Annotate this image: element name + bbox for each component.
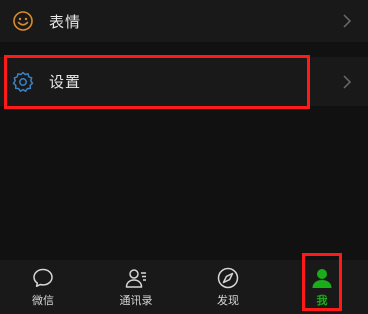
tab-chats[interactable]: 微信 [22, 260, 64, 314]
gear-icon [12, 71, 34, 92]
menu-item-label: 表情 [49, 12, 82, 31]
tab-label: 通讯录 [119, 294, 153, 307]
chevron-right-icon [343, 74, 352, 89]
person-icon [312, 269, 332, 288]
tab-label: 微信 [32, 294, 54, 307]
chevron-right-icon [343, 14, 352, 28]
bottom-tab-bar: 微信 通讯录 发现 我 [0, 260, 368, 314]
menu-item-settings[interactable]: 设置 [0, 57, 368, 106]
chat-bubble-icon [33, 268, 53, 288]
tab-me[interactable]: 我 [301, 260, 343, 314]
tab-contacts[interactable]: 通讯录 [110, 260, 162, 314]
contacts-icon [125, 269, 146, 288]
compass-icon [217, 267, 239, 289]
tab-label: 我 [316, 294, 328, 307]
menu-item-label: 设置 [49, 73, 82, 91]
sticker-smile-icon [13, 11, 33, 31]
menu-item-sticker[interactable]: 表情 [0, 0, 368, 42]
tab-label: 发现 [217, 294, 239, 307]
tab-discover[interactable]: 发现 [207, 260, 249, 314]
